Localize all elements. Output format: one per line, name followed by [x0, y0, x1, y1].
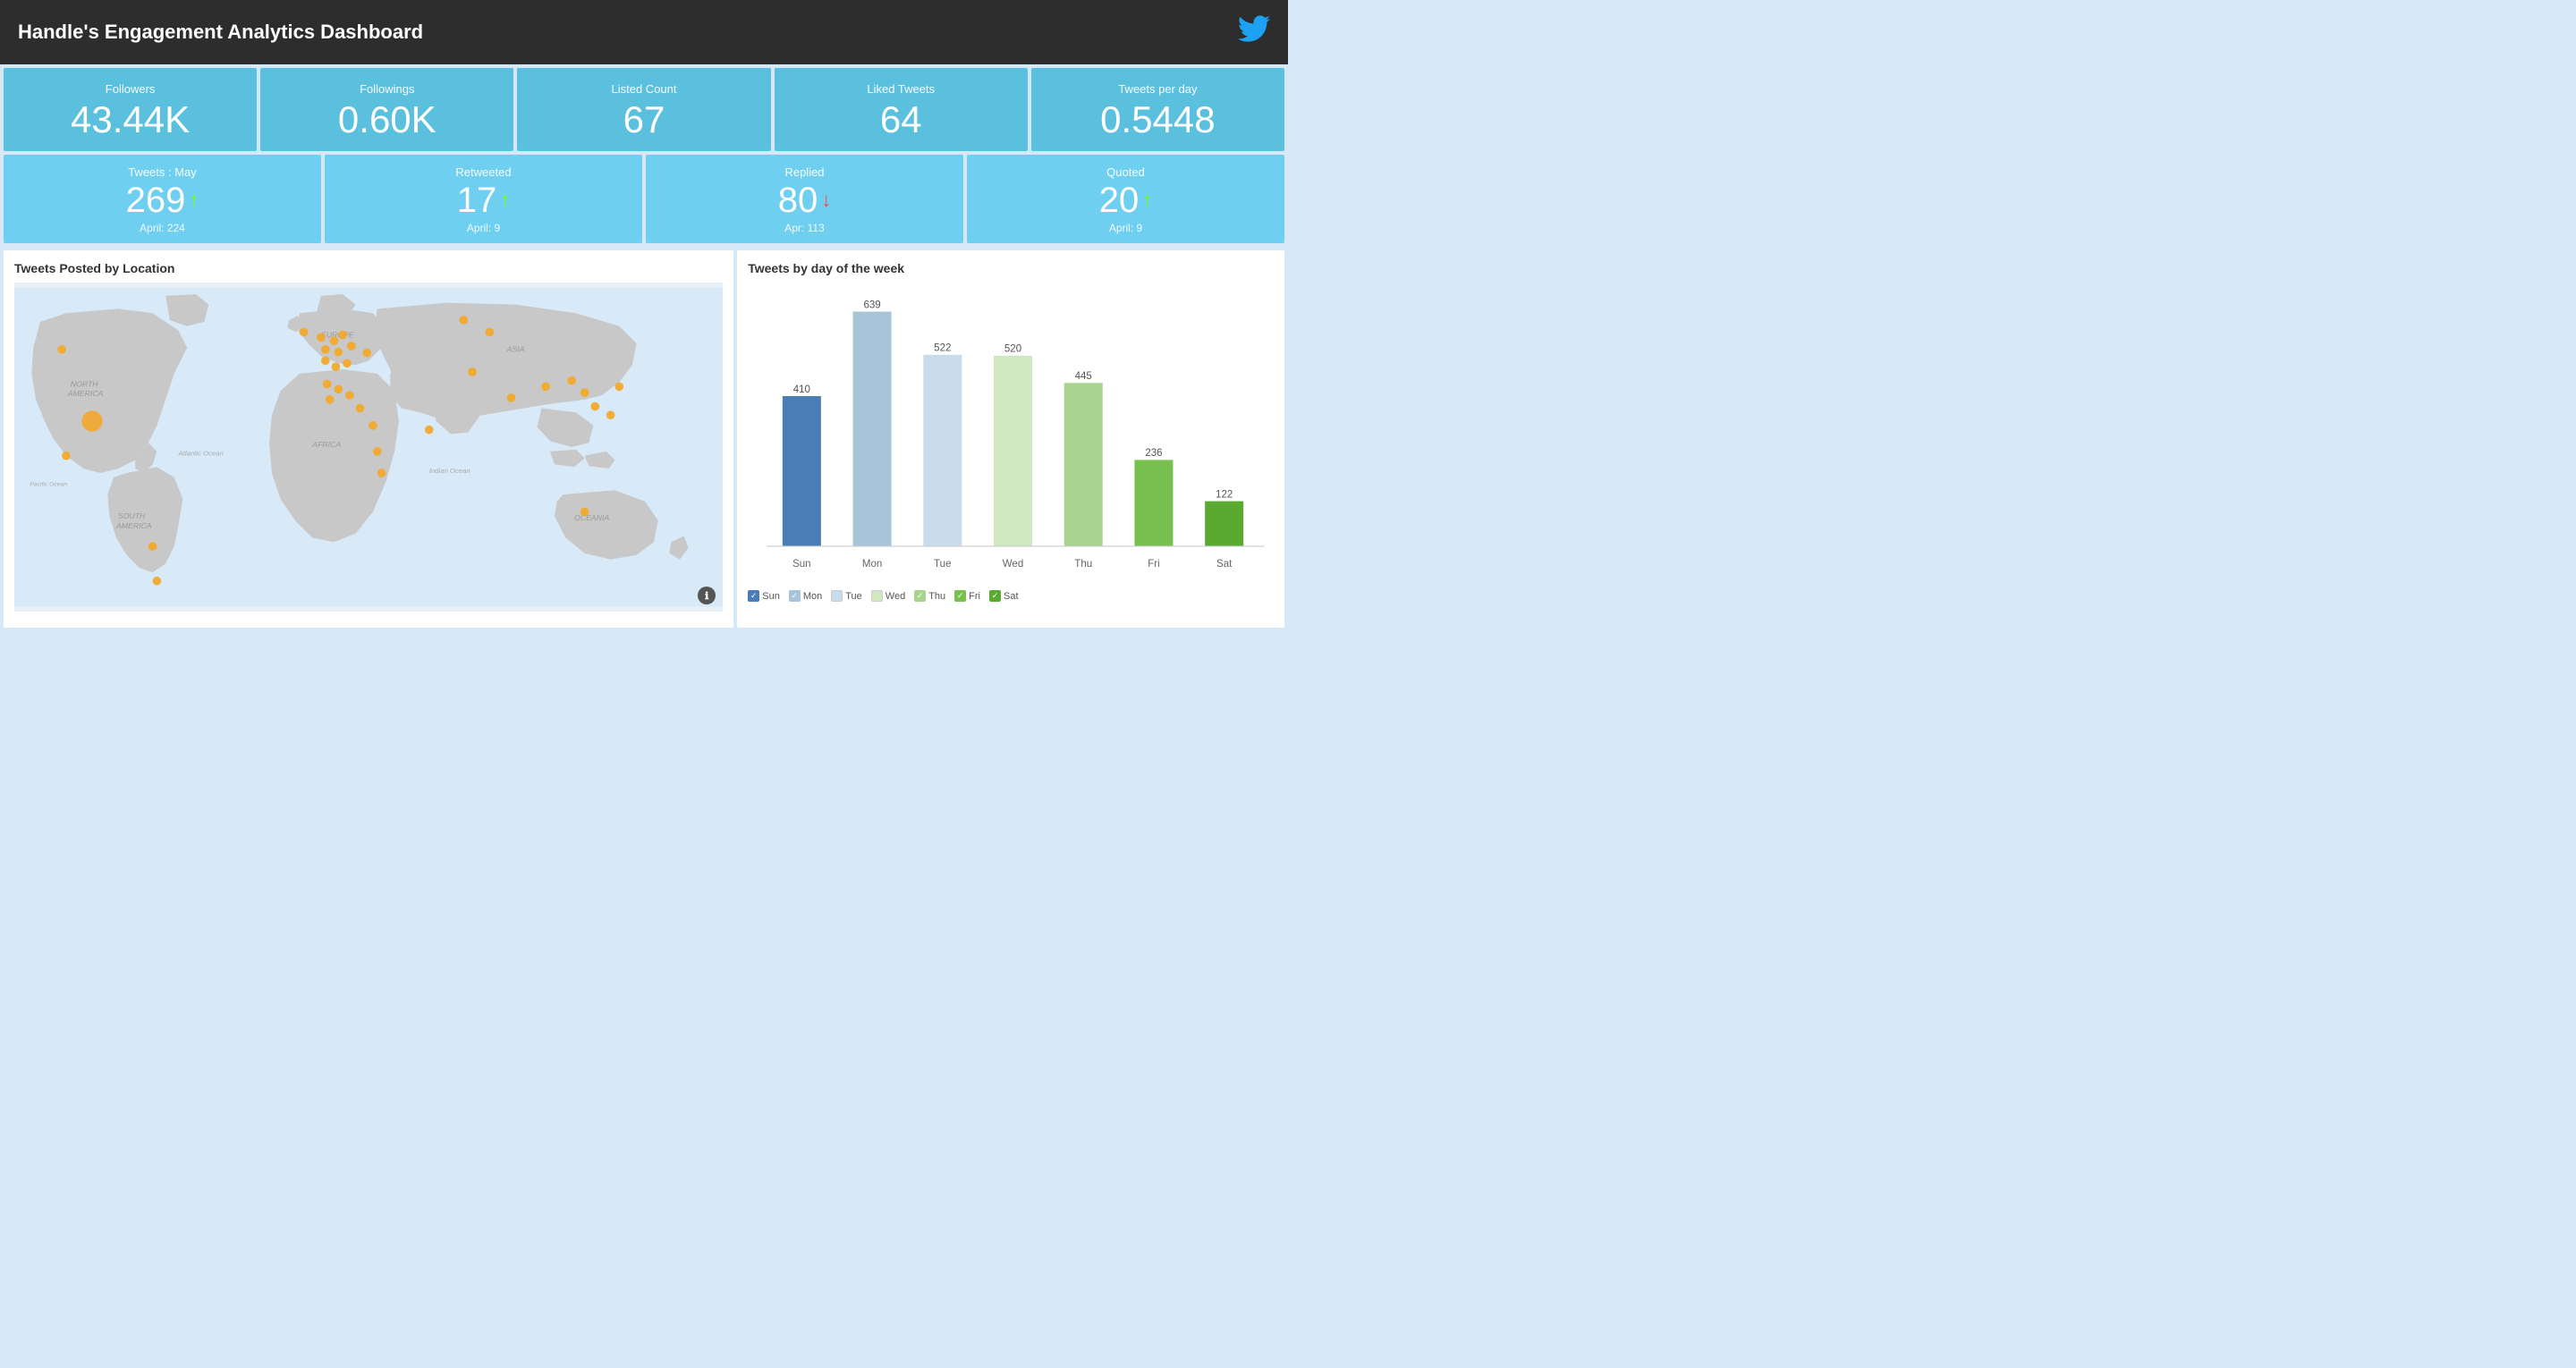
bar-sun	[783, 396, 821, 546]
svg-text:AMERICA: AMERICA	[115, 521, 152, 530]
legend-color-fri[interactable]: ✓	[954, 590, 966, 602]
legend-color-sat[interactable]: ✓	[989, 590, 1001, 602]
stat-card-liked-tweets: Liked Tweets 64	[775, 68, 1028, 151]
bar-wed	[994, 356, 1032, 546]
page-title: Handle's Engagement Analytics Dashboard	[18, 21, 423, 44]
bar-day-sat: Sat	[1216, 559, 1233, 570]
stats-row-1: Followers 43.44K Followings 0.60K Listed…	[0, 64, 1288, 155]
svg-text:ASIA: ASIA	[506, 345, 525, 354]
chart-panel: Tweets by day of the week 410 Sun 639 Mon 52…	[737, 250, 1284, 628]
legend-label-sat: Sat	[1004, 591, 1019, 602]
chart-legend: ✓Sun✓MonTueWed✓Thu✓Fri✓Sat	[748, 590, 1274, 602]
up-arrow-icon: ↑	[189, 189, 199, 212]
svg-text:OCEANIA: OCEANIA	[574, 513, 609, 522]
legend-color-tue[interactable]	[831, 590, 843, 602]
bar-chart-container: 410 Sun 639 Mon 522 Tue 520 Wed 445 Thu 236 Fri 122 S…	[748, 283, 1274, 585]
bar-label-wed: 520	[1004, 344, 1021, 355]
stat-card-listed-count: Listed Count 67	[517, 68, 770, 151]
legend-item-fri: ✓Fri	[954, 590, 980, 602]
legend-item-sun: ✓Sun	[748, 590, 780, 602]
svg-text:NORTH: NORTH	[71, 379, 98, 388]
bar-day-sun: Sun	[792, 559, 811, 570]
legend-color-mon[interactable]: ✓	[789, 590, 801, 602]
bottom-section: Tweets Posted by Location	[0, 247, 1288, 631]
up-arrow-icon: ↑	[500, 189, 510, 212]
stat-card-followers: Followers 43.44K	[4, 68, 257, 151]
bar-sat	[1205, 502, 1243, 546]
legend-label-sun: Sun	[762, 591, 780, 602]
bar-label-sat: 122	[1216, 489, 1233, 500]
bar-chart-svg: 410 Sun 639 Mon 522 Tue 520 Wed 445 Thu 236 Fri 122 S…	[748, 283, 1274, 585]
legend-label-thu: Thu	[928, 591, 945, 602]
chart-title: Tweets by day of the week	[748, 261, 1274, 275]
up-arrow-icon: ↑	[1142, 189, 1152, 212]
bar-day-thu: Thu	[1075, 559, 1093, 570]
svg-text:AFRICA: AFRICA	[311, 440, 341, 449]
bar-tue	[924, 355, 962, 546]
stat-card2-quoted: Quoted 20 ↑ April: 9	[967, 155, 1284, 243]
svg-text:Indian Ocean: Indian Ocean	[429, 467, 470, 475]
svg-text:AMERICA: AMERICA	[67, 389, 104, 398]
legend-label-wed: Wed	[886, 591, 905, 602]
twitter-icon	[1238, 13, 1270, 52]
legend-color-sun[interactable]: ✓	[748, 590, 759, 602]
bar-fri	[1135, 460, 1174, 546]
map-title: Tweets Posted by Location	[14, 261, 723, 275]
stat-card2-replied: Replied 80 ↓ Apr: 113	[646, 155, 963, 243]
legend-item-wed: Wed	[871, 590, 905, 602]
bar-label-mon: 639	[864, 300, 881, 310]
bar-mon	[853, 312, 892, 546]
bar-day-fri: Fri	[1148, 559, 1159, 570]
stat-card-tweets-per-day: Tweets per day 0.5448	[1031, 68, 1284, 151]
legend-item-thu: ✓Thu	[914, 590, 945, 602]
down-arrow-icon: ↓	[821, 189, 831, 212]
bar-day-wed: Wed	[1003, 559, 1024, 570]
bar-thu	[1064, 383, 1103, 546]
stat-card2-retweeted: Retweeted 17 ↑ April: 9	[325, 155, 642, 243]
legend-color-thu[interactable]: ✓	[914, 590, 926, 602]
header: Handle's Engagement Analytics Dashboard	[0, 0, 1288, 64]
svg-text:Pacific Ocean: Pacific Ocean	[30, 481, 67, 487]
legend-label-tue: Tue	[845, 591, 862, 602]
legend-item-tue: Tue	[831, 590, 862, 602]
svg-text:SOUTH: SOUTH	[118, 511, 146, 520]
legend-color-wed[interactable]	[871, 590, 883, 602]
bar-label-fri: 236	[1146, 448, 1163, 459]
stat-card-followings: Followings 0.60K	[260, 68, 513, 151]
stat-card2-tweets-may: Tweets : May 269 ↑ April: 224	[4, 155, 321, 243]
legend-label-mon: Mon	[803, 591, 822, 602]
svg-text:EUROPE: EUROPE	[321, 330, 354, 339]
bar-label-thu: 445	[1075, 371, 1092, 382]
map-panel: Tweets Posted by Location	[4, 250, 733, 628]
svg-text:Atlantic Ocean: Atlantic Ocean	[178, 450, 224, 458]
world-map-svg: NORTH AMERICA SOUTH AMERICA EUROPE AFRIC…	[14, 283, 723, 612]
stats-row-2: Tweets : May 269 ↑ April: 224 Retweeted …	[0, 155, 1288, 247]
bar-day-mon: Mon	[862, 559, 882, 570]
legend-item-mon: ✓Mon	[789, 590, 822, 602]
bar-label-tue: 522	[934, 343, 951, 354]
legend-item-sat: ✓Sat	[989, 590, 1019, 602]
bar-day-tue: Tue	[934, 559, 951, 570]
legend-label-fri: Fri	[969, 591, 980, 602]
bar-label-sun: 410	[793, 384, 810, 395]
map-container: NORTH AMERICA SOUTH AMERICA EUROPE AFRIC…	[14, 283, 723, 612]
